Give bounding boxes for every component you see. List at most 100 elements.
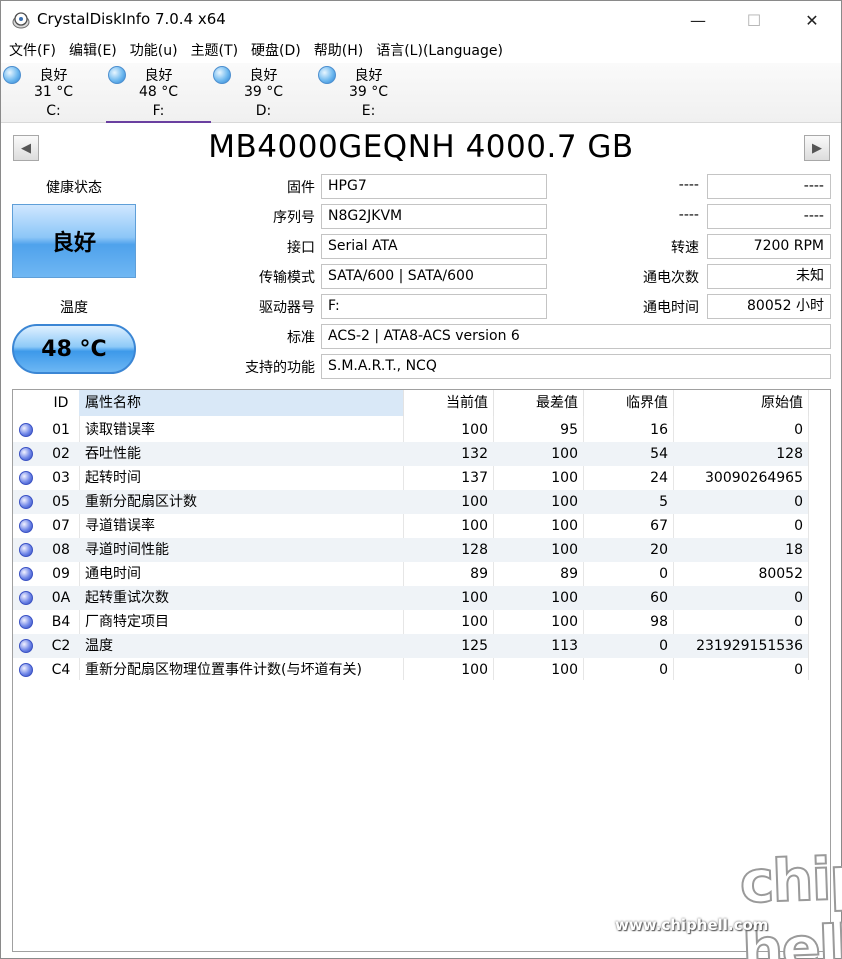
cell-raw: 231929151536 [696, 638, 803, 654]
table-row[interactable]: C4 重新分配扇区物理位置事件计数(与坏道有关) 100 100 0 0 [13, 658, 808, 682]
cell-threshold: 16 [650, 422, 668, 438]
header-current[interactable]: 当前值 [403, 390, 493, 416]
status-dot-icon [19, 423, 33, 437]
cell-name: 重新分配扇区物理位置事件计数(与坏道有关) [85, 662, 362, 678]
drive-letter-label: 驱动器号 [259, 300, 315, 316]
status-dot-icon [19, 591, 33, 605]
arrow-right-icon[interactable]: ▶ [804, 135, 830, 161]
status-dot-icon [19, 495, 33, 509]
cell-worst: 100 [551, 518, 578, 534]
cell-worst: 100 [551, 446, 578, 462]
cell-threshold: 67 [650, 518, 668, 534]
cell-name: 寻道错误率 [85, 518, 155, 534]
drive-letter-field: F: [321, 294, 547, 319]
main-window: CrystalDiskInfo 7.0.4 x64 — ☐ ✕ 文件(F) 编辑… [0, 0, 842, 959]
disk-status: 良好 [354, 68, 383, 84]
cell-raw: 18 [785, 542, 803, 558]
cell-threshold: 54 [650, 446, 668, 462]
close-button[interactable]: ✕ [789, 1, 835, 39]
table-row[interactable]: 05 重新分配扇区计数 100 100 5 0 [13, 490, 808, 514]
cell-id: 09 [52, 566, 70, 582]
disk-status: 良好 [39, 68, 68, 84]
smart-table[interactable]: ID 属性名称 当前值 最差值 临界值 原始值 01 读取错误率 100 95 16 0 0… [12, 389, 831, 952]
menu-language[interactable]: 语言(L)(Language) [376, 39, 503, 63]
maximize-button[interactable]: ☐ [731, 1, 777, 39]
status-dot-icon [19, 639, 33, 653]
cell-worst: 100 [551, 614, 578, 630]
disk-drive: D: [255, 103, 272, 119]
serial-field: N8G2JKVM [321, 204, 547, 229]
header-threshold[interactable]: 临界值 [583, 390, 673, 416]
cell-threshold: 0 [659, 566, 668, 582]
menu-disk[interactable]: 硬盘(D) [251, 39, 301, 63]
disk-tab-c[interactable]: 良好 31 °C C: [1, 63, 106, 123]
cell-threshold: 60 [650, 590, 668, 606]
cell-threshold: 24 [650, 470, 668, 486]
cell-raw: 0 [794, 590, 803, 606]
interface-field: Serial ATA [321, 234, 547, 259]
cell-worst: 100 [551, 494, 578, 510]
cell-id: B4 [51, 614, 71, 630]
table-row[interactable]: 08 寻道时间性能 128 100 20 18 [13, 538, 808, 562]
cell-id: 07 [52, 518, 70, 534]
cell-worst: 100 [551, 662, 578, 678]
status-dot-icon [19, 447, 33, 461]
blank-label-1: ---- [678, 177, 699, 193]
header-id[interactable]: ID [43, 390, 79, 416]
cell-id: 03 [52, 470, 70, 486]
cell-current: 100 [461, 590, 488, 606]
transfer-mode-field: SATA/600 | SATA/600 [321, 264, 547, 289]
table-row[interactable]: 01 读取错误率 100 95 16 0 [13, 418, 808, 442]
table-row[interactable]: 03 起转时间 137 100 24 30090264965 [13, 466, 808, 490]
table-row[interactable]: C2 温度 125 113 0 231929151536 [13, 634, 808, 658]
disk-tab-f[interactable]: 良好 48 °C F: [106, 63, 211, 123]
menu-file[interactable]: 文件(F) [9, 39, 56, 63]
cell-raw: 30090264965 [705, 470, 803, 486]
watermark-url: www.chiphell.com [615, 916, 769, 934]
menu-bar: 文件(F) 编辑(E) 功能(u) 主题(T) 硬盘(D) 帮助(H) 语言(L… [1, 39, 841, 63]
table-row[interactable]: 0A 起转重试次数 100 100 60 0 [13, 586, 808, 610]
menu-theme[interactable]: 主题(T) [191, 39, 238, 63]
cell-name: 读取错误率 [85, 422, 155, 438]
menu-help[interactable]: 帮助(H) [314, 39, 363, 63]
status-dot-icon [19, 543, 33, 557]
cell-current: 100 [461, 422, 488, 438]
table-row[interactable]: 02 吞吐性能 132 100 54 128 [13, 442, 808, 466]
header-name[interactable]: 属性名称 [79, 390, 403, 416]
cell-current: 100 [461, 662, 488, 678]
cell-current: 100 [461, 614, 488, 630]
table-row[interactable]: B4 厂商特定项目 100 100 98 0 [13, 610, 808, 634]
cell-threshold: 0 [659, 662, 668, 678]
cell-current: 100 [461, 494, 488, 510]
cell-raw: 128 [776, 446, 803, 462]
table-row[interactable]: 09 通电时间 89 89 0 80052 [13, 562, 808, 586]
temperature-button[interactable]: 48 °C [12, 324, 136, 374]
power-hours-field: 80052 小时 [707, 294, 831, 319]
disk-temp: 39 °C [348, 84, 389, 100]
header-divider [808, 390, 809, 416]
table-row[interactable]: 07 寻道错误率 100 100 67 0 [13, 514, 808, 538]
blank-field-2: ---- [707, 204, 831, 229]
cell-current: 125 [461, 638, 488, 654]
status-dot-icon [19, 663, 33, 677]
header-raw[interactable]: 原始值 [673, 390, 808, 416]
disk-tab-e[interactable]: 良好 39 °C E: [316, 63, 421, 123]
cell-current: 100 [461, 518, 488, 534]
rotation-label: 转速 [671, 240, 699, 256]
cell-name: 吞吐性能 [85, 446, 141, 462]
cell-threshold: 98 [650, 614, 668, 630]
cell-name: 起转时间 [85, 470, 141, 486]
minimize-button[interactable]: — [675, 1, 721, 39]
blank-label-2: ---- [678, 207, 699, 223]
menu-edit[interactable]: 编辑(E) [69, 39, 117, 63]
menu-function[interactable]: 功能(u) [130, 39, 178, 63]
health-label: 健康状态 [46, 180, 102, 196]
health-status-button[interactable]: 良好 [12, 204, 136, 278]
disk-model-title: MB4000GEQNH 4000.7 GB [208, 129, 634, 165]
disk-tab-d[interactable]: 良好 39 °C D: [211, 63, 316, 123]
disk-drive: C: [46, 103, 61, 119]
status-dot-icon [19, 471, 33, 485]
cell-id: 01 [52, 422, 70, 438]
header-worst[interactable]: 最差值 [493, 390, 583, 416]
disk-status: 良好 [144, 68, 173, 84]
